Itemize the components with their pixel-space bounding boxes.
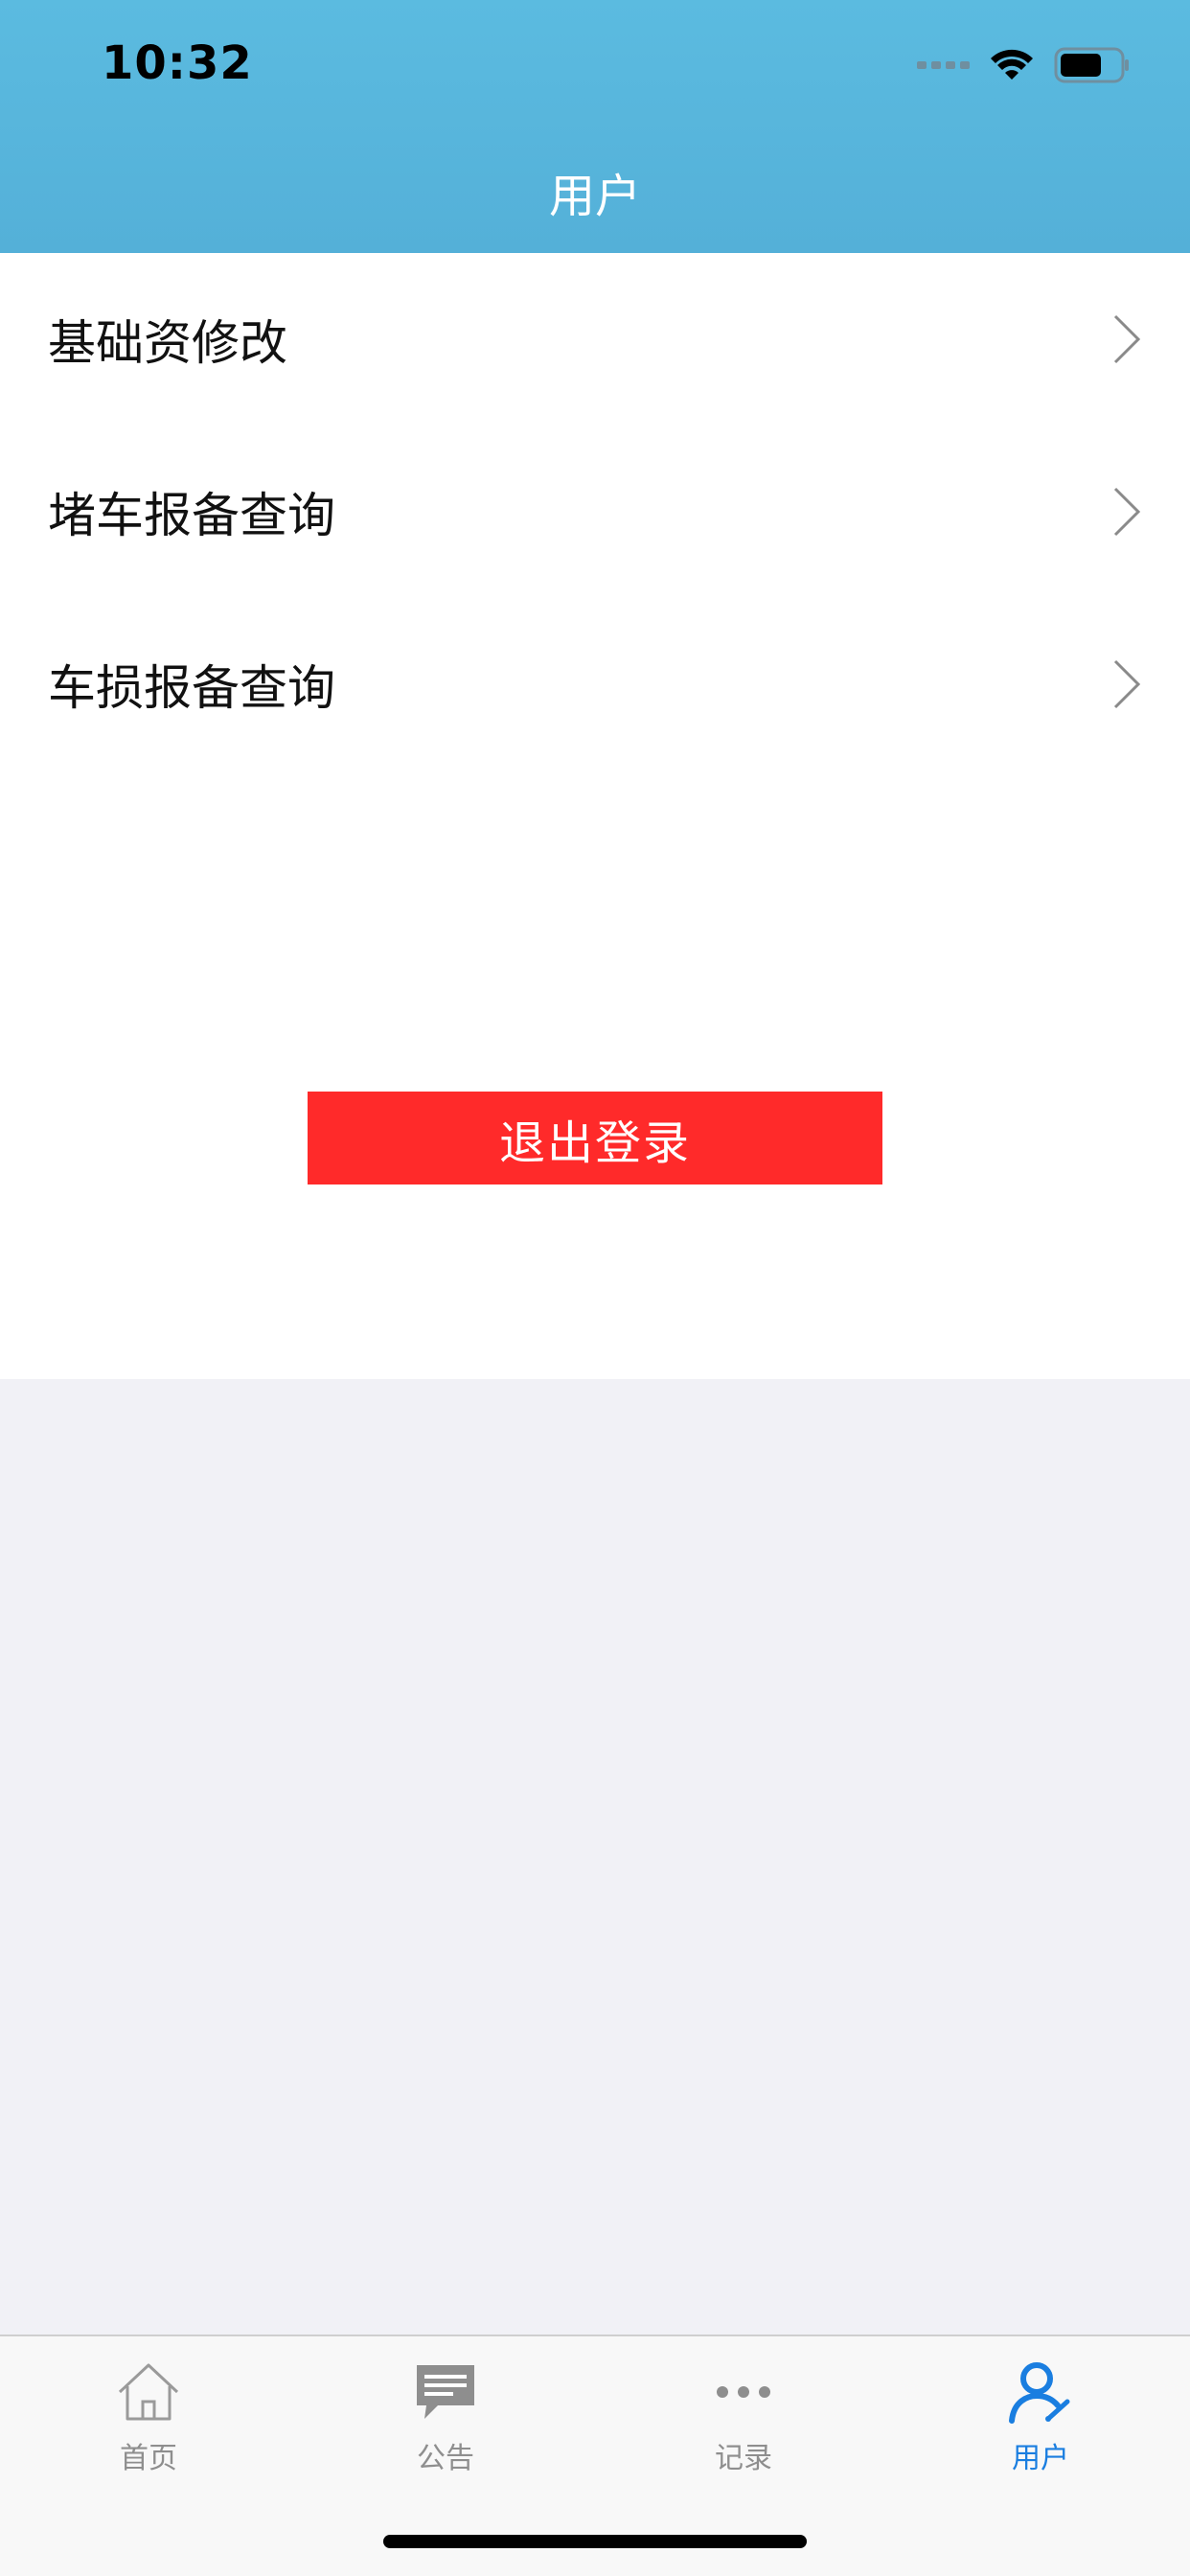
home-indicator[interactable] [383,2535,807,2548]
chevron-right-icon [1113,487,1141,537]
tab-label: 记录 [715,2442,772,2475]
content-panel: 基础资修改 堵车报备查询 车损报备查询 退出登录 [0,253,1190,1379]
tab-records[interactable]: 记录 [657,2358,830,2482]
message-icon [417,2365,474,2419]
tab-label: 公告 [417,2442,474,2475]
ellipsis-icon [717,2386,770,2398]
tab-home[interactable]: 首页 [62,2358,235,2482]
battery-icon [1054,47,1129,83]
menu-item-label: 堵车报备查询 [48,488,335,543]
status-icons [917,42,1131,88]
logout-button[interactable]: 退出登录 [308,1092,882,1184]
user-screen: 10:32 用户 基础资修改 堵车报备查询 车损报备查询 退出登录 首页 公告 … [0,0,1190,2576]
user-edit-icon [1009,2362,1070,2424]
menu-item-label: 车损报备查询 [48,660,335,716]
home-icon [118,2363,179,2421]
chevron-right-icon [1113,314,1141,364]
menu-item-label: 基础资修改 [48,315,287,371]
header: 10:32 用户 [0,0,1190,253]
menu-item-damage-report[interactable]: 车损报备查询 [0,598,1190,770]
status-time: 10:32 [102,36,253,90]
chevron-right-icon [1113,659,1141,709]
menu-item-basic-info[interactable]: 基础资修改 [0,253,1190,426]
signal-dots-icon [917,61,970,69]
menu-item-traffic-report[interactable]: 堵车报备查询 [0,426,1190,598]
page-title: 用户 [548,170,641,223]
wifi-icon [991,49,1033,80]
tab-user[interactable]: 用户 [954,2358,1127,2482]
tab-label: 用户 [1012,2442,1069,2475]
tab-label: 首页 [120,2442,177,2475]
tab-announcements[interactable]: 公告 [359,2358,532,2482]
